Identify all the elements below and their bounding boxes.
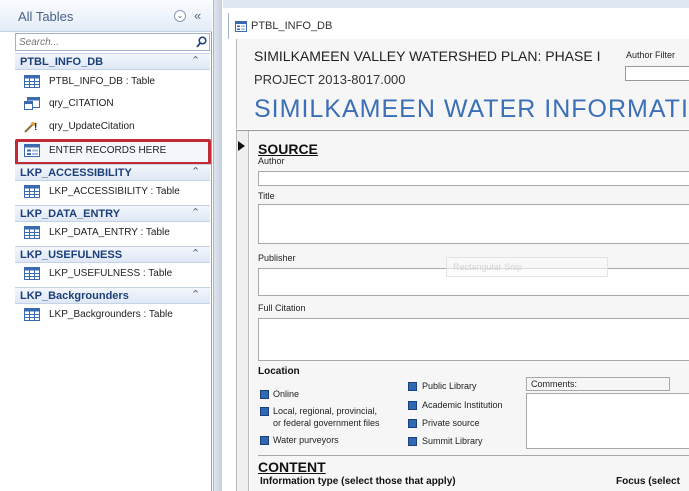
nav-item-ptbl-info-db-table[interactable]: PTBL_INFO_DB : Table [15,71,210,93]
table-icon [24,308,40,321]
document-tab[interactable]: PTBL_INFO_DB [228,13,689,39]
nav-item-lkp-usefulness-table[interactable]: LKP_USEFULNESS : Table [15,263,210,285]
focus-label: Focus (select [616,476,680,487]
form-detail-section: SOURCE Author Title Publisher Rectangula… [236,130,689,491]
water-purveyors-label: Water purveyors [273,435,339,445]
academic-institution-checkbox[interactable] [408,401,417,410]
nav-item-lkp-backgrounders-table[interactable]: LKP_Backgrounders : Table [15,304,210,326]
document-area: PTBL_INFO_DB SIMILKAMEEN VALLEY WATERSHE… [223,0,689,491]
nav-item-label: LKP_Backgrounders : Table [49,309,173,320]
detail-area: SOURCE Author Title Publisher Rectangula… [250,131,689,491]
nav-item-label: LKP_USEFULNESS : Table [49,268,173,279]
information-type-label: Information type (select those that appl… [260,476,456,487]
nav-item-label: ENTER RECORDS HERE [49,145,167,156]
nav-item-lkp-data-entry-table[interactable]: LKP_DATA_ENTRY : Table [15,222,210,244]
nav-item-label: qry_CITATION [49,98,114,109]
group-header-lkp-backgrounders[interactable]: LKP_Backgrounders ⌃ [15,287,210,304]
content-heading: CONTENT [258,459,326,475]
publisher-label: Publisher [258,253,296,263]
author-filter-input[interactable] [625,66,689,81]
comments-field[interactable] [526,393,689,449]
chevron-up-icon[interactable]: ⌃ [191,206,200,219]
chevron-down-icon[interactable]: ⌄ [174,10,186,22]
source-heading: SOURCE [258,141,318,157]
comments-label: Comments: [526,377,670,391]
group-header-lkp-usefulness[interactable]: LKP_USEFULNESS ⌃ [15,246,210,263]
nav-item-label: LKP_DATA_ENTRY : Table [49,227,170,238]
group-header-lkp-data-entry[interactable]: LKP_DATA_ENTRY ⌃ [15,205,210,222]
title-field[interactable] [258,204,689,244]
search-icon[interactable] [196,36,207,48]
summit-library-checkbox[interactable] [408,437,417,446]
government-files-label: Local, regional, provincial, [273,406,378,416]
project-number: PROJECT 2013-8017.000 [254,72,406,87]
group-header-ptbl-info-db[interactable]: PTBL_INFO_DB ⌃ [15,53,210,70]
nav-item-enter-records-here[interactable]: ENTER RECORDS HERE [15,140,210,162]
nav-item-label: PTBL_INFO_DB : Table [49,76,155,87]
online-checkbox[interactable] [260,390,269,399]
chevron-up-icon[interactable]: ⌃ [191,165,200,178]
chevron-up-icon[interactable]: ⌃ [191,247,200,260]
group-label: PTBL_INFO_DB [20,56,104,68]
summit-library-label: Summit Library [422,436,483,446]
private-source-label: Private source [422,418,480,428]
form-title: SIMILKAMEEN VALLEY WATERSHED PLAN: PHASE… [254,48,601,64]
title-label: Title [258,191,275,201]
public-library-checkbox[interactable] [408,382,417,391]
table-icon [24,267,40,280]
online-label: Online [273,389,300,399]
record-selector[interactable] [237,131,249,491]
author-filter-label: Author Filter [626,50,676,60]
full-citation-label: Full Citation [258,303,306,313]
public-library-label: Public Library [422,381,477,391]
nav-item-qry-citation[interactable]: qry_CITATION [15,93,210,115]
nav-item-label: LKP_ACCESSIBILITY : Table [49,186,180,197]
form-banner: SIMILKAMEEN WATER INFORMATION [254,95,689,123]
chevron-up-icon[interactable]: ⌃ [191,54,200,67]
form-header: SIMILKAMEEN VALLEY WATERSHED PLAN: PHASE… [236,39,689,129]
group-label: LKP_USEFULNESS [20,249,123,261]
search-input[interactable] [16,34,191,50]
nav-item-label: qry_UpdateCitation [49,121,135,132]
private-source-checkbox[interactable] [408,419,417,428]
author-label: Author [258,156,285,166]
table-icon [24,185,40,198]
nav-header: All Tables ⌄ « [0,0,212,32]
full-citation-field[interactable] [258,318,689,361]
table-icon [24,75,40,88]
navigation-pane: All Tables ⌄ « PTBL_INFO_DB ⌃ PTBL_INFO_… [0,0,212,491]
nav-item-lkp-accessibility-table[interactable]: LKP_ACCESSIBILITY : Table [15,181,210,203]
location-label: Location [258,366,300,377]
form-icon [24,144,40,157]
government-files-label-2: or federal government files [273,418,380,428]
record-arrow-icon [238,141,245,151]
author-field[interactable] [258,171,689,186]
nav-title[interactable]: All Tables [18,9,73,24]
water-purveyors-checkbox[interactable] [260,436,269,445]
group-label: LKP_ACCESSIBILITY [20,167,132,179]
snip-overlay: Rectangular Snip [446,257,608,277]
tab-label: PTBL_INFO_DB [251,20,333,32]
document-tab-bar [223,0,689,8]
update-query-icon: ! [24,122,37,133]
academic-institution-label: Academic Institution [422,400,503,410]
group-label: LKP_Backgrounders [20,290,129,302]
government-files-checkbox[interactable] [260,407,269,416]
group-header-lkp-accessibility[interactable]: LKP_ACCESSIBILITY ⌃ [15,164,210,181]
pane-splitter[interactable] [213,0,222,491]
svg-text:!: ! [34,122,37,133]
nav-item-qry-update-citation[interactable]: ! qry_UpdateCitation [15,116,210,138]
chevron-up-icon[interactable]: ⌃ [191,288,200,301]
group-label: LKP_DATA_ENTRY [20,208,121,220]
form-icon [235,21,247,32]
table-icon [24,226,40,239]
nav-search-box [15,33,210,51]
shutter-collapse-icon[interactable]: « [194,8,201,23]
query-icon [24,97,40,110]
